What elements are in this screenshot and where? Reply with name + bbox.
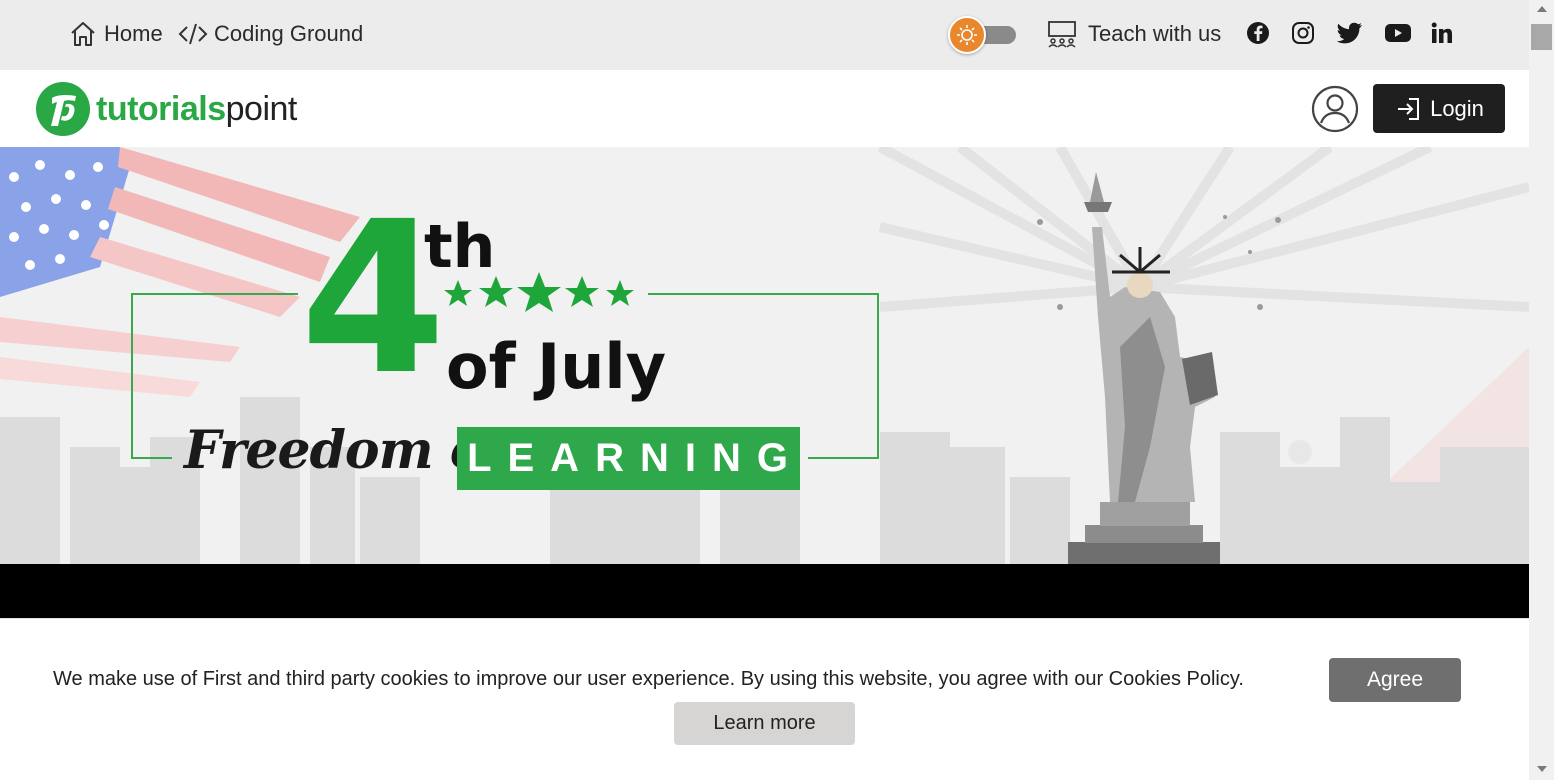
instagram-icon[interactable] [1290, 20, 1316, 46]
vertical-scrollbar[interactable] [1529, 0, 1554, 780]
coding-ground-link[interactable]: Coding Ground [178, 18, 363, 50]
promo-banner[interactable]: 4 th of July Freedom of LEARNING [0, 147, 1529, 564]
learn-more-button[interactable]: Learn more [674, 702, 855, 745]
banner-artwork [0, 147, 1529, 564]
site-header: tutorialspoint Login [0, 70, 1529, 147]
page: Home Coding Ground Teach with us tutoria… [0, 0, 1529, 780]
tutorialspoint-logo[interactable]: tutorialspoint [36, 82, 297, 136]
dark-strip [0, 564, 1529, 618]
code-icon [178, 19, 208, 49]
logo-mark-icon [36, 82, 90, 136]
login-label: Login [1430, 95, 1484, 121]
scroll-up-icon[interactable] [1537, 6, 1547, 12]
home-icon [68, 19, 98, 49]
cookie-consent-bar: We make use of First and third party coo… [0, 618, 1529, 780]
top-bar: Home Coding Ground Teach with us [0, 0, 1529, 70]
home-label: Home [104, 21, 163, 46]
banner-suffix: th [424, 212, 496, 282]
teach-label: Teach with us [1088, 21, 1222, 46]
user-profile-icon[interactable] [1311, 85, 1359, 133]
logo-text-point: point [225, 89, 298, 128]
home-link[interactable]: Home [68, 18, 163, 50]
scroll-thumb[interactable] [1531, 24, 1552, 50]
youtube-icon[interactable] [1385, 20, 1411, 46]
classroom-icon [1046, 20, 1078, 48]
agree-button[interactable]: Agree [1329, 658, 1461, 702]
theme-toggle[interactable] [948, 16, 1020, 54]
banner-highlight: LEARNING [457, 427, 800, 490]
banner-month: of July [446, 330, 667, 403]
login-icon [1394, 95, 1422, 123]
twitter-icon[interactable] [1337, 20, 1363, 46]
teach-with-us-link[interactable]: Teach with us [1046, 18, 1221, 50]
scroll-down-icon[interactable] [1537, 766, 1547, 772]
linkedin-icon[interactable] [1429, 20, 1455, 46]
logo-text-tutorials: tutorials [96, 89, 226, 128]
facebook-icon[interactable] [1245, 20, 1271, 46]
coding-ground-label: Coding Ground [214, 21, 364, 46]
sun-icon [948, 16, 986, 54]
login-button[interactable]: Login [1373, 84, 1505, 133]
cookie-message: We make use of First and third party coo… [53, 668, 1244, 690]
